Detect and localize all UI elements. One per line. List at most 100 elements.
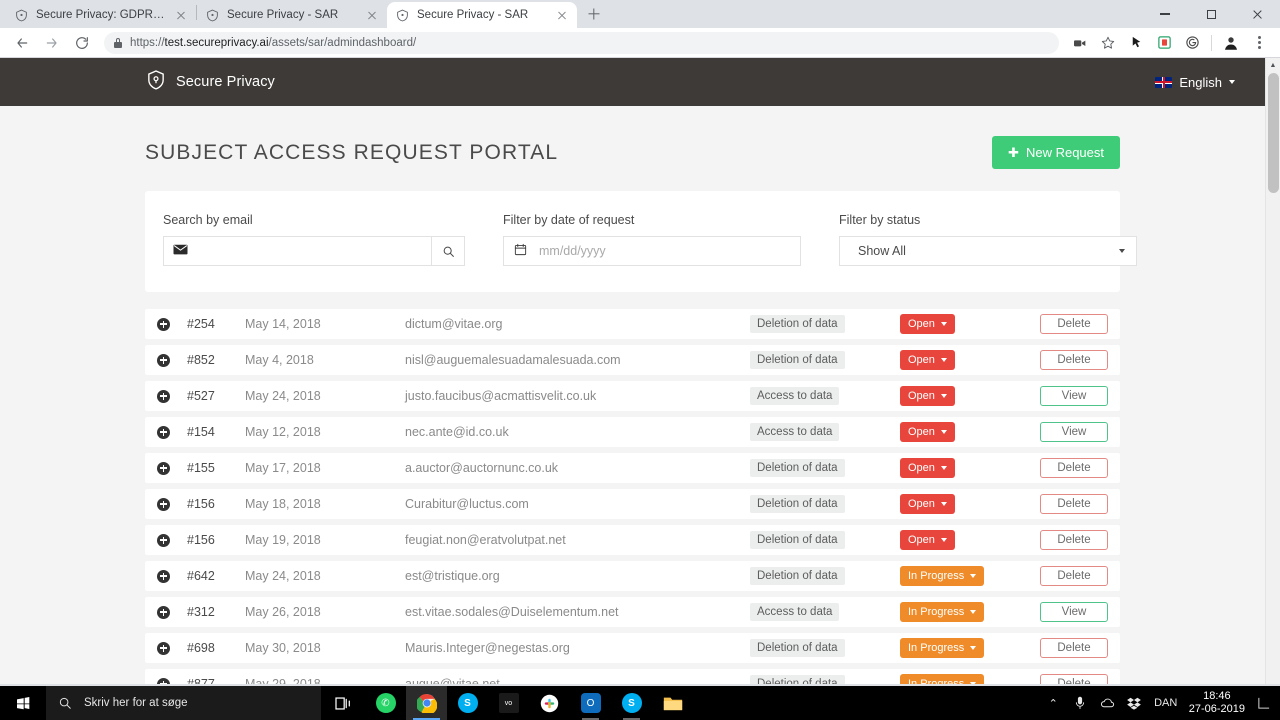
grammarly-icon[interactable] bbox=[1179, 30, 1205, 56]
taskbar-clock[interactable]: 18:46 27-06-2019 bbox=[1189, 690, 1245, 716]
browser-tab-1[interactable]: Secure Privacy: GDPR, CCPA & Pr bbox=[6, 2, 196, 28]
table-row[interactable]: #155 May 17, 2018 a.auctor@auctornunc.co.u… bbox=[145, 453, 1120, 483]
table-row[interactable]: #154 May 12, 2018 nec.ante@id.co.uk Access … bbox=[145, 417, 1120, 447]
status-dropdown-button[interactable]: In Progress bbox=[900, 638, 985, 658]
scroll-up-arrow-icon[interactable]: ▲ bbox=[1266, 58, 1280, 73]
taskbar-app-outlook[interactable]: O bbox=[570, 686, 611, 720]
expand-row-button[interactable] bbox=[157, 389, 187, 403]
microphone-icon[interactable] bbox=[1072, 696, 1089, 710]
windows-logo-icon bbox=[17, 697, 30, 710]
show-desktop-button[interactable] bbox=[1255, 697, 1272, 709]
status-dropdown-button[interactable]: Open bbox=[900, 314, 955, 334]
table-row[interactable]: #698 May 30, 2018 Mauris.Integer@negestas.… bbox=[145, 633, 1120, 663]
status-dropdown-button[interactable]: Open bbox=[900, 494, 955, 514]
status-dropdown-button[interactable]: Open bbox=[900, 386, 955, 406]
date-input[interactable]: mm/dd/yyyy bbox=[503, 236, 801, 266]
request-id: #698 bbox=[187, 641, 215, 655]
taskbar-app-vonage[interactable]: vo bbox=[488, 686, 529, 720]
start-button[interactable] bbox=[0, 686, 46, 720]
language-selector[interactable]: English bbox=[1155, 75, 1235, 90]
delete-button[interactable]: Delete bbox=[1040, 530, 1108, 550]
taskbar-app-whatsapp[interactable]: ✆ bbox=[365, 686, 406, 720]
onedrive-icon[interactable] bbox=[1099, 697, 1116, 709]
delete-button[interactable]: Delete bbox=[1040, 674, 1108, 684]
view-button[interactable]: View bbox=[1040, 602, 1108, 622]
table-row[interactable]: #254 May 14, 2018 dictum@vitae.org Deletion… bbox=[145, 309, 1120, 339]
expand-row-button[interactable] bbox=[157, 605, 187, 619]
delete-button[interactable]: Delete bbox=[1040, 350, 1108, 370]
table-row[interactable]: #156 May 18, 2018 Curabitur@luctus.com Dele… bbox=[145, 489, 1120, 519]
expand-row-button[interactable] bbox=[157, 461, 187, 475]
taskbar-app-file-explorer[interactable] bbox=[652, 686, 693, 720]
reload-icon[interactable] bbox=[68, 29, 96, 57]
close-icon[interactable] bbox=[555, 8, 569, 22]
new-request-button[interactable]: ✚ New Request bbox=[992, 136, 1120, 169]
close-icon[interactable] bbox=[174, 8, 188, 22]
status-dropdown-button[interactable]: Open bbox=[900, 350, 955, 370]
close-icon[interactable] bbox=[365, 8, 379, 22]
star-icon[interactable] bbox=[1095, 30, 1121, 56]
show-hidden-icons-chevron-icon[interactable]: ⌃ bbox=[1045, 697, 1062, 710]
delete-button[interactable]: Delete bbox=[1040, 638, 1108, 658]
video-camera-icon[interactable] bbox=[1067, 30, 1093, 56]
plus-circle-icon bbox=[157, 425, 170, 439]
scrollbar-thumb[interactable] bbox=[1268, 73, 1279, 193]
new-tab-icon[interactable] bbox=[581, 1, 607, 27]
page-scrollbar[interactable]: ▲ bbox=[1265, 58, 1280, 684]
delete-button[interactable]: Delete bbox=[1040, 494, 1108, 514]
delete-button[interactable]: Delete bbox=[1040, 566, 1108, 586]
chrome-icon bbox=[416, 694, 437, 713]
browser-tab-2[interactable]: Secure Privacy - SAR bbox=[197, 2, 387, 28]
taskbar-app-skype-business[interactable]: S bbox=[611, 686, 652, 720]
status-dropdown-button[interactable]: In Progress bbox=[900, 602, 985, 622]
back-arrow-icon[interactable] bbox=[8, 29, 36, 57]
taskbar-app-chrome[interactable] bbox=[406, 686, 447, 720]
expand-row-button[interactable] bbox=[157, 353, 187, 367]
expand-row-button[interactable] bbox=[157, 425, 187, 439]
table-row[interactable]: #527 May 24, 2018 justo.faucibus@acmattisv… bbox=[145, 381, 1120, 411]
table-row[interactable]: #877 May 29, 2018 augue@vitae.net Deletion … bbox=[145, 669, 1120, 684]
taskbar-app-slack[interactable] bbox=[529, 686, 570, 720]
status-dropdown-button[interactable]: Open bbox=[900, 530, 955, 550]
forward-arrow-icon[interactable] bbox=[38, 29, 66, 57]
maximize-button[interactable] bbox=[1188, 0, 1234, 28]
expand-row-button[interactable] bbox=[157, 569, 187, 583]
delete-button[interactable]: Delete bbox=[1040, 458, 1108, 478]
red-square-extension-icon[interactable] bbox=[1151, 30, 1177, 56]
expand-row-button[interactable] bbox=[157, 677, 187, 684]
taskbar-app-skype[interactable]: S bbox=[447, 686, 488, 720]
kebab-menu-icon[interactable] bbox=[1246, 30, 1272, 56]
taskbar-search[interactable]: Skriv her for at søge bbox=[46, 686, 321, 720]
delete-button[interactable]: Delete bbox=[1040, 314, 1108, 334]
search-button[interactable] bbox=[431, 236, 465, 266]
task-view-button[interactable] bbox=[321, 686, 365, 720]
table-row[interactable]: #156 May 19, 2018 feugiat.non@eratvolutpat… bbox=[145, 525, 1120, 555]
chevron-down-icon bbox=[940, 322, 947, 326]
status-select[interactable]: Show All bbox=[839, 236, 1137, 266]
view-button[interactable]: View bbox=[1040, 386, 1108, 406]
keyboard-language-indicator[interactable]: DAN bbox=[1153, 697, 1179, 709]
expand-row-button[interactable] bbox=[157, 641, 187, 655]
status-dropdown-button[interactable]: Open bbox=[900, 422, 955, 442]
avatar-icon[interactable] bbox=[1218, 30, 1244, 56]
request-action-cell: Delete bbox=[1020, 638, 1108, 658]
expand-row-button[interactable] bbox=[157, 533, 187, 547]
search-input[interactable] bbox=[163, 236, 431, 266]
status-dropdown-button[interactable]: In Progress bbox=[900, 566, 985, 586]
status-dropdown-button[interactable]: In Progress bbox=[900, 674, 985, 684]
table-row[interactable]: #852 May 4, 2018 nisl@auguemalesuadamalesu… bbox=[145, 345, 1120, 375]
brand-logo[interactable]: Secure Privacy bbox=[145, 69, 275, 96]
minimize-button[interactable] bbox=[1142, 0, 1188, 28]
table-row[interactable]: #312 May 26, 2018 est.vitae.sodales@Duisel… bbox=[145, 597, 1120, 627]
table-row[interactable]: #642 May 24, 2018 est@tristique.org Deletio… bbox=[145, 561, 1120, 591]
request-date: May 29, 2018 bbox=[245, 677, 321, 684]
address-bar[interactable]: https://test.secureprivacy.ai/assets/sar… bbox=[104, 31, 1059, 54]
expand-row-button[interactable] bbox=[157, 317, 187, 331]
expand-row-button[interactable] bbox=[157, 497, 187, 511]
view-button[interactable]: View bbox=[1040, 422, 1108, 442]
dropbox-icon[interactable] bbox=[1126, 697, 1143, 710]
cursor-extension-icon[interactable] bbox=[1123, 30, 1149, 56]
close-window-button[interactable] bbox=[1234, 0, 1280, 28]
status-dropdown-button[interactable]: Open bbox=[900, 458, 955, 478]
browser-tab-3[interactable]: Secure Privacy - SAR bbox=[387, 2, 577, 28]
